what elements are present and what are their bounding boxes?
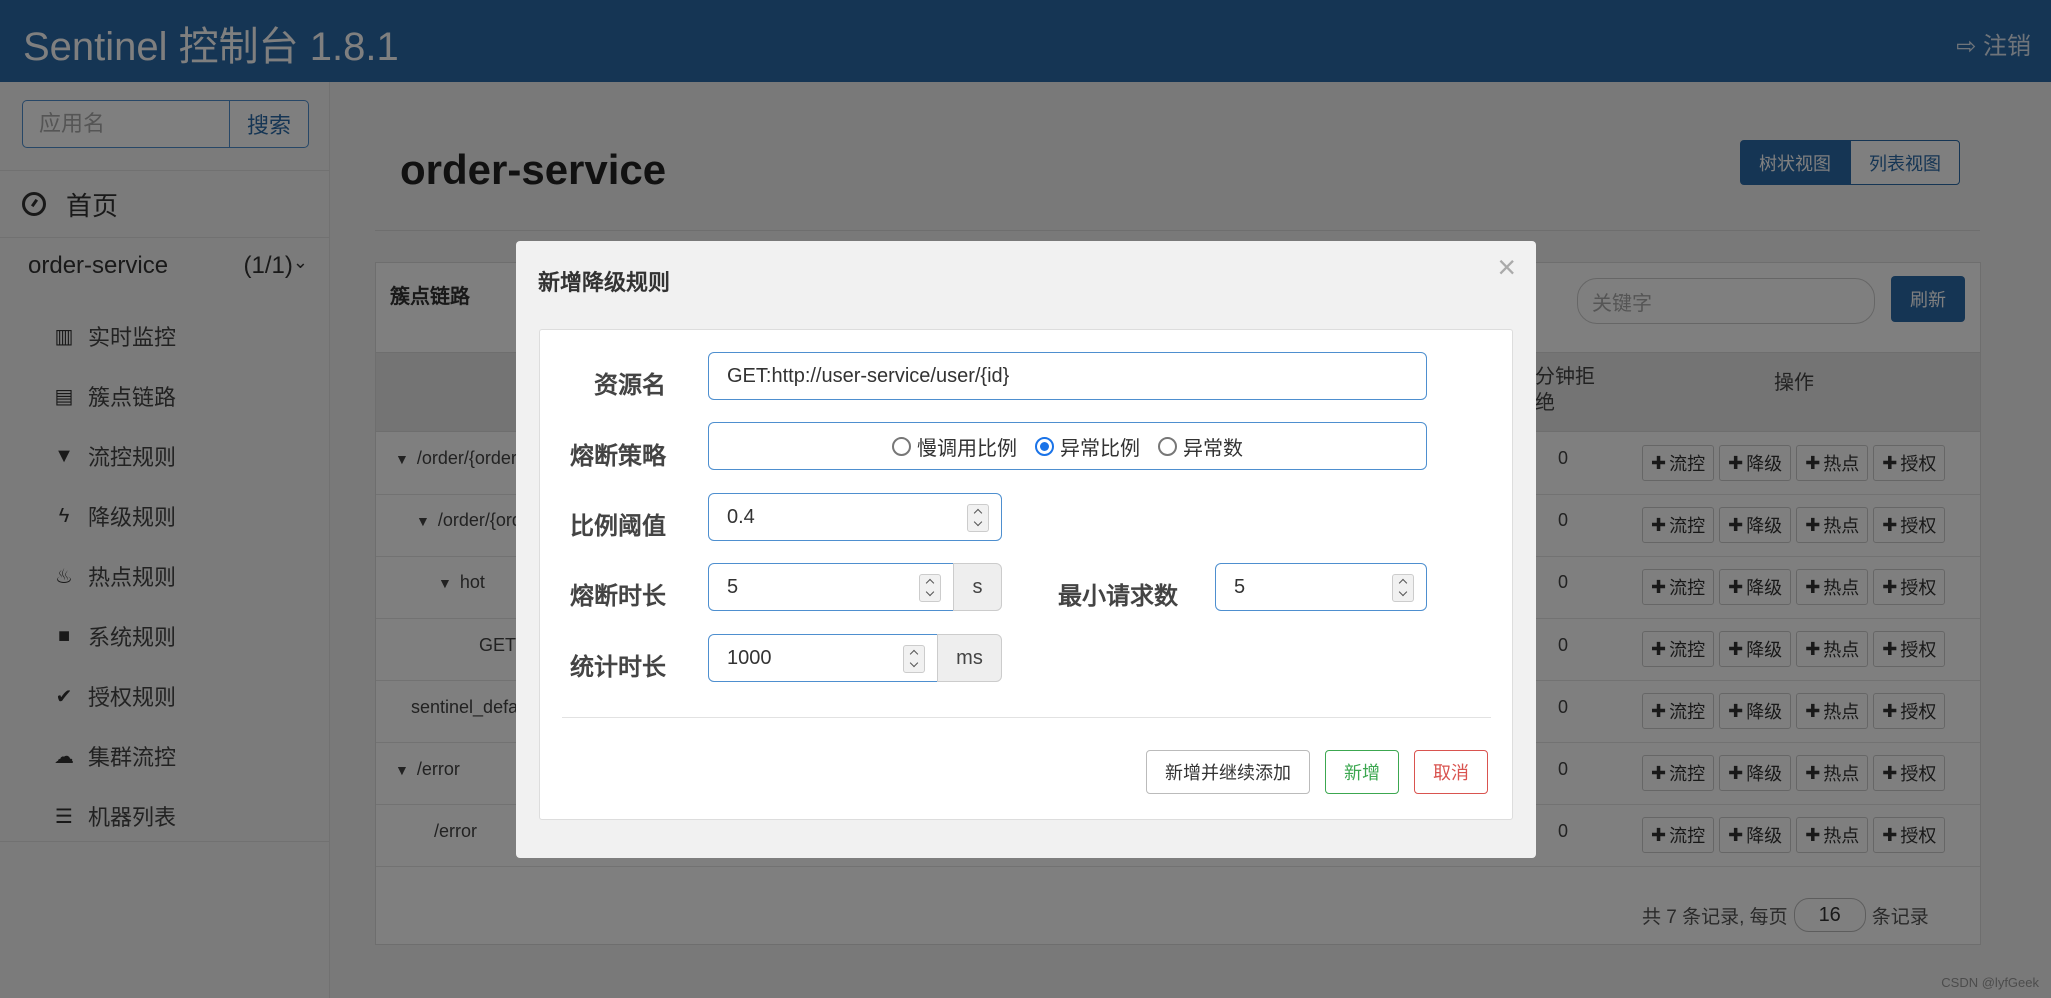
spinner-icon[interactable] xyxy=(967,504,989,532)
strategy-radio-group: 慢调用比例 异常比例 异常数 xyxy=(708,422,1427,470)
stat-interval-label: 统计时长 xyxy=(570,654,666,681)
cancel-button[interactable]: 取消 xyxy=(1414,750,1488,794)
stat-interval-input[interactable]: 1000 xyxy=(708,634,938,682)
ratio-threshold-input[interactable]: 0.4 xyxy=(708,493,1002,541)
resource-name-input[interactable]: GET:http://user-service/user/{id} xyxy=(708,352,1427,400)
duration-unit: s xyxy=(953,563,1002,611)
dialog-footer-divider xyxy=(562,717,1491,718)
dialog-form: 资源名 GET:http://user-service/user/{id} 熔断… xyxy=(539,329,1513,820)
resource-label: 资源名 xyxy=(594,372,666,399)
dialog-title: 新增降级规则 xyxy=(538,270,671,295)
min-request-label: 最小请求数 xyxy=(1058,583,1178,610)
close-icon[interactable]: × xyxy=(1497,249,1516,286)
strategy-slow-ratio-radio[interactable]: 慢调用比例 xyxy=(892,432,1017,461)
spinner-icon[interactable] xyxy=(1392,574,1414,602)
add-button[interactable]: 新增 xyxy=(1325,750,1399,794)
radio-button-icon xyxy=(1158,436,1177,456)
add-degrade-rule-dialog: 新增降级规则 × 资源名 GET:http://user-service/use… xyxy=(516,241,1536,858)
spinner-icon[interactable] xyxy=(903,645,925,673)
add-and-continue-button[interactable]: 新增并继续添加 xyxy=(1146,750,1310,794)
break-duration-input[interactable]: 5 xyxy=(708,563,954,611)
ratio-threshold-label: 比例阈值 xyxy=(570,513,666,540)
break-duration-label: 熔断时长 xyxy=(570,583,666,610)
strategy-label: 熔断策略 xyxy=(570,443,666,470)
strategy-exception-count-radio[interactable]: 异常数 xyxy=(1158,432,1243,461)
spinner-icon[interactable] xyxy=(919,574,941,602)
stat-unit: ms xyxy=(937,634,1002,682)
radio-button-checked-icon xyxy=(1035,436,1054,456)
radio-button-icon xyxy=(892,436,911,456)
min-request-input[interactable]: 5 xyxy=(1215,563,1427,611)
strategy-exception-ratio-radio[interactable]: 异常比例 xyxy=(1035,432,1140,461)
